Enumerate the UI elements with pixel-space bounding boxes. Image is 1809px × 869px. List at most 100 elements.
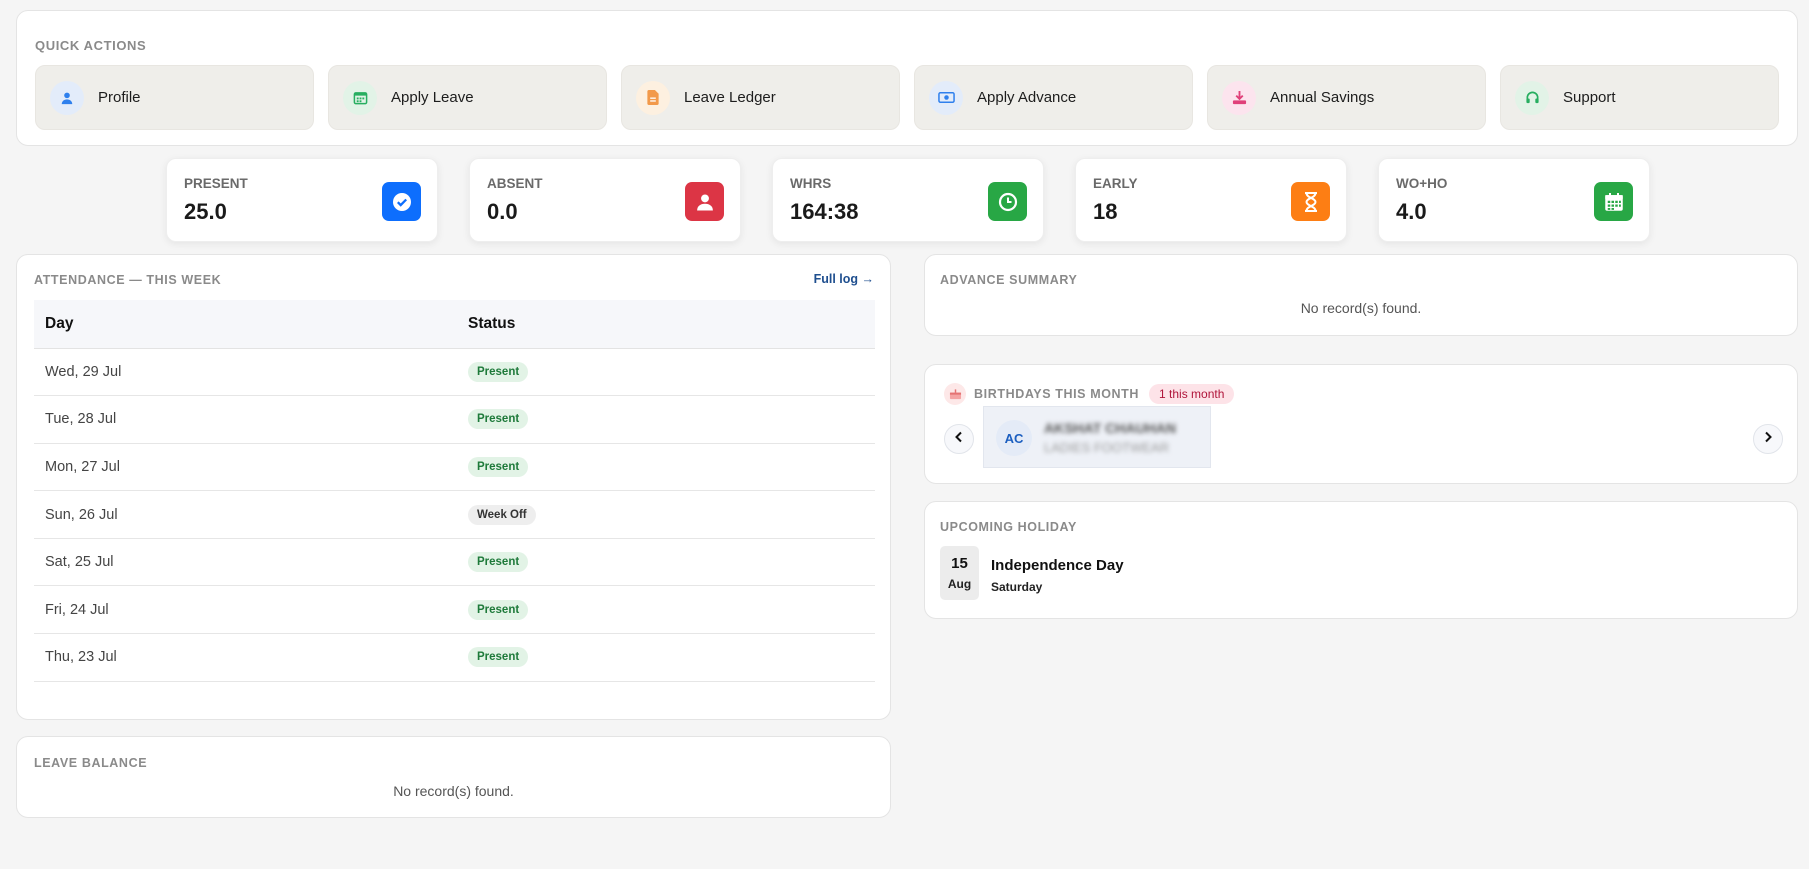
stat-value: 164:38 — [790, 199, 859, 224]
stat-label: ABSENT — [487, 176, 543, 191]
day-cell: Sun, 26 Jul — [34, 490, 457, 539]
table-header-row: Day Status — [34, 300, 875, 349]
day-cell: Sat, 25 Jul — [34, 538, 457, 587]
user-icon — [685, 182, 724, 221]
user-icon — [50, 80, 84, 115]
headset-icon — [1515, 80, 1549, 115]
table-row: Mon, 27 Jul Present — [34, 443, 875, 492]
stat-value: 4.0 — [1396, 199, 1427, 224]
quick-actions-row: Profile Apply Leave Leave Ledger Apply A… — [35, 65, 1779, 130]
next-button[interactable] — [1753, 424, 1783, 454]
advance-summary-title: ADVANCE SUMMARY — [940, 273, 1078, 287]
full-log-link[interactable]: Full log → — [814, 272, 874, 286]
status-badge: Present — [468, 409, 529, 430]
leave-ledger-button[interactable]: Leave Ledger — [621, 65, 900, 130]
support-button[interactable]: Support — [1500, 65, 1779, 130]
column-header-day: Day — [34, 300, 457, 349]
leave-balance-title: LEAVE BALANCE — [34, 756, 148, 770]
status-cell: Present — [457, 348, 875, 397]
day-cell: Tue, 28 Jul — [34, 395, 457, 444]
attendance-title: ATTENDANCE — THIS WEEK — [34, 273, 222, 287]
stat-value: 0.0 — [487, 199, 518, 224]
chevron-left-icon — [954, 430, 964, 448]
attendance-panel: ATTENDANCE — THIS WEEK Full log → Day St… — [16, 254, 891, 720]
status-cell: Present — [457, 395, 875, 444]
stat-card-absent: ABSENT 0.0 — [469, 158, 741, 242]
stat-label: WO+HO — [1396, 176, 1448, 191]
day-cell: Mon, 27 Jul — [34, 443, 457, 492]
stat-card-wo-ho: WO+HO 4.0 — [1378, 158, 1650, 242]
empty-state-text: No record(s) found. — [393, 783, 514, 799]
status-cell: Present — [457, 443, 875, 492]
stat-label: WHRS — [790, 176, 832, 191]
day-cell: Fri, 24 Jul — [34, 585, 457, 635]
profile-button[interactable]: Profile — [35, 65, 314, 130]
status-cell: Week Off — [457, 490, 875, 539]
calendar-icon — [343, 80, 377, 115]
holiday-date-box: 15 Aug — [940, 546, 979, 600]
table-row: Fri, 24 Jul Present — [34, 585, 875, 635]
birthdays-title: BIRTHDAYS THIS MONTH — [974, 387, 1140, 401]
table-row: Tue, 28 Jul Present — [34, 395, 875, 444]
leave-balance-panel: LEAVE BALANCE No record(s) found. — [16, 736, 891, 818]
table-row: Sat, 25 Jul Present — [34, 538, 875, 587]
status-badge: Present — [468, 552, 529, 573]
status-cell: Present — [457, 538, 875, 587]
birthdays-header: BIRTHDAYS THIS MONTH 1 this month — [944, 383, 1235, 405]
stat-label: PRESENT — [184, 176, 248, 191]
stat-card-present: PRESENT 25.0 — [166, 158, 438, 242]
stat-card-early: EARLY 18 — [1075, 158, 1347, 242]
stat-value: 18 — [1093, 199, 1118, 224]
advance-summary-panel: ADVANCE SUMMARY No record(s) found. — [924, 254, 1798, 336]
table-row: Wed, 29 Jul Present — [34, 348, 875, 397]
holiday-name: Independence Day — [991, 557, 1124, 574]
status-cell: Present — [457, 585, 875, 635]
clock-icon — [988, 182, 1027, 221]
column-header-status: Status — [457, 300, 875, 349]
status-badge: Present — [468, 599, 529, 620]
holiday-weekday: Saturday — [991, 580, 1043, 594]
upcoming-holiday-panel: UPCOMING HOLIDAY 15 Aug Independence Day… — [924, 501, 1798, 619]
status-badge: Present — [468, 361, 529, 382]
status-badge: Week Off — [468, 504, 536, 525]
hourglass-icon — [1291, 182, 1330, 221]
check-circle-icon — [382, 182, 421, 221]
avatar: AC — [996, 420, 1032, 456]
birthdays-count-badge: 1 this month — [1149, 384, 1235, 404]
attendance-table: Day Status Wed, 29 Jul Present Tue, 28 J… — [34, 300, 875, 682]
quick-actions-title: QUICK ACTIONS — [35, 38, 147, 53]
money-icon — [929, 80, 963, 115]
person-name: AKSHAT CHAUHAN — [1044, 420, 1176, 436]
apply-leave-label: Apply Leave — [391, 89, 474, 106]
support-label: Support — [1563, 89, 1616, 106]
stat-value: 25.0 — [184, 199, 227, 224]
empty-state-text: No record(s) found. — [1300, 300, 1422, 316]
holiday-month: Aug — [947, 577, 972, 591]
table-row: Thu, 23 Jul Present — [34, 633, 875, 682]
download-icon — [1222, 80, 1256, 115]
apply-advance-button[interactable]: Apply Advance — [914, 65, 1193, 130]
holiday-day: 15 — [951, 555, 968, 572]
cake-icon — [944, 383, 966, 405]
day-cell: Thu, 23 Jul — [34, 633, 457, 682]
birthdays-panel: BIRTHDAYS THIS MONTH 1 this month AC AKS… — [924, 364, 1798, 484]
quick-actions-panel: QUICK ACTIONS Profile Apply Leave Leave … — [16, 10, 1798, 146]
table-row: Sun, 26 Jul Week Off — [34, 490, 875, 539]
status-badge: Present — [468, 647, 529, 668]
document-icon — [636, 80, 670, 115]
upcoming-holiday-title: UPCOMING HOLIDAY — [940, 520, 1077, 534]
status-cell: Present — [457, 633, 875, 682]
annual-savings-button[interactable]: Annual Savings — [1207, 65, 1486, 130]
annual-savings-label: Annual Savings — [1270, 89, 1375, 106]
day-cell: Wed, 29 Jul — [34, 348, 457, 397]
chevron-right-icon — [1763, 430, 1773, 448]
apply-leave-button[interactable]: Apply Leave — [328, 65, 607, 130]
stat-label: EARLY — [1093, 176, 1138, 191]
profile-label: Profile — [98, 89, 141, 106]
status-badge: Present — [468, 456, 529, 477]
stats-row: PRESENT 25.0 ABSENT 0.0 WHRS 164:38 EARL… — [166, 158, 1650, 242]
apply-advance-label: Apply Advance — [977, 89, 1077, 106]
stat-card-whrs: WHRS 164:38 — [772, 158, 1044, 242]
previous-button[interactable] — [944, 424, 974, 454]
birthday-person-card[interactable]: AC AKSHAT CHAUHAN LADIES FOOTWEAR — [983, 406, 1211, 468]
